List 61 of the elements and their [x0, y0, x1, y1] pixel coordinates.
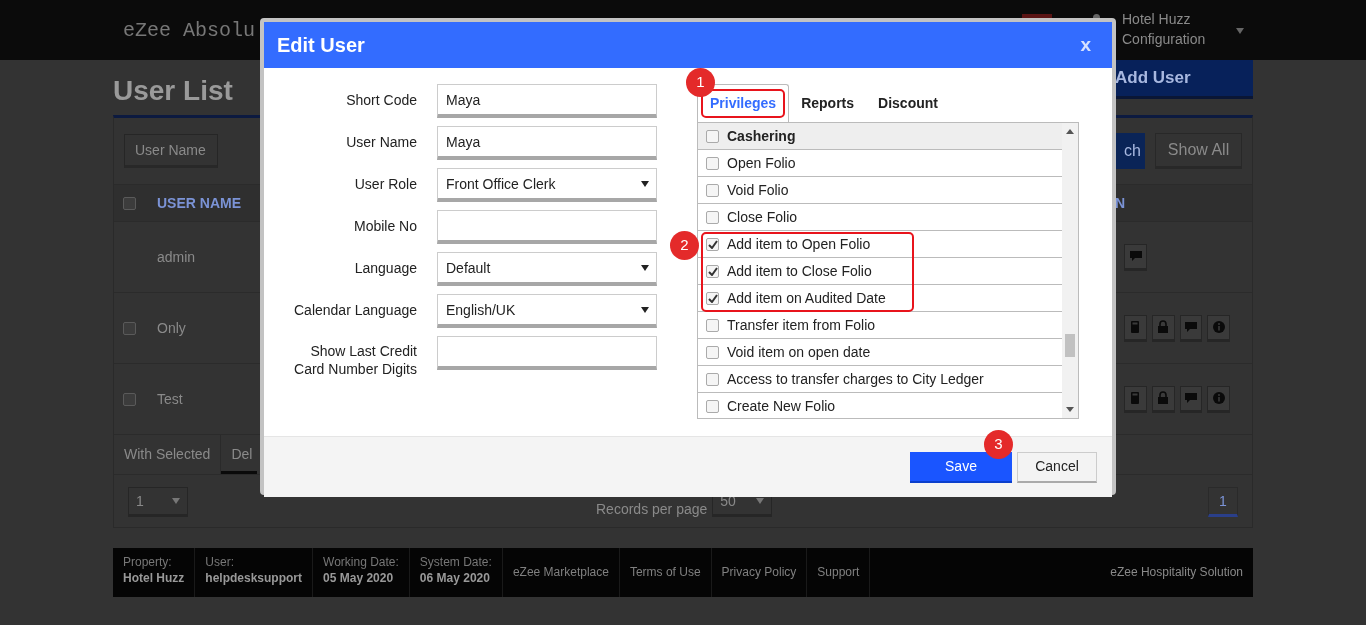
footer-link[interactable]: Terms of Use	[619, 548, 712, 597]
field-label: Calendar Language	[294, 301, 417, 319]
footer-label: System Date:	[419, 554, 492, 570]
privilege-label: Transfer item from Folio	[727, 315, 876, 335]
field-label: Short Code	[346, 91, 417, 109]
field-label: User Role	[354, 175, 417, 193]
step-marker: 3	[984, 430, 1013, 459]
filter-field[interactable]: User Name	[124, 134, 218, 168]
table-cell-text: admin	[157, 247, 196, 267]
footer-label: Working Date:	[323, 554, 399, 570]
page-button[interactable]: 1	[1208, 487, 1238, 517]
records-label: Records per page	[596, 501, 708, 517]
table-cell-text: Only	[157, 318, 186, 338]
privilege-label: Add item to Close Folio	[727, 261, 872, 281]
add-user-button[interactable]: Add User	[1115, 60, 1253, 99]
privilege-label: Void Folio	[727, 180, 789, 200]
show-all-button[interactable]: Show All	[1155, 133, 1242, 169]
select-field[interactable]: Default	[437, 252, 657, 286]
field-label: Mobile No	[353, 217, 417, 235]
menu-label[interactable]: Configuration	[1122, 29, 1206, 49]
bulk-tab[interactable]: Del	[221, 435, 258, 474]
page-select[interactable]: 1	[128, 487, 188, 517]
cancel-button[interactable]: Cancel	[1017, 451, 1097, 483]
step-marker: 1	[686, 68, 715, 97]
privilege-label: Access to transfer charges to City Ledger	[727, 369, 984, 389]
privilege-label: Add item on Audited Date	[727, 288, 886, 308]
select-field[interactable]: Front Office Clerk	[437, 168, 657, 202]
footer-label: User:	[205, 554, 235, 570]
privilege-label: Create New Folio	[727, 396, 836, 416]
field-label: User Name	[346, 133, 417, 151]
close-button[interactable]: x	[1072, 30, 1099, 60]
footer-value: 05 May 2020	[323, 570, 395, 586]
page-title: User List	[113, 74, 233, 108]
input-field[interactable]: Maya	[437, 84, 657, 118]
search-button[interactable]: ch	[1114, 133, 1145, 169]
logo: eZee Absolu	[123, 18, 256, 44]
footer-link[interactable]: Support	[807, 548, 871, 597]
footer-link[interactable]: Privacy Policy	[711, 548, 808, 597]
privilege-label: Add item to Open Folio	[727, 234, 871, 254]
privilege-label: Close Folio	[727, 207, 798, 227]
column-header: N	[1114, 193, 1125, 213]
hotel-name: Hotel Huzz	[1122, 10, 1192, 29]
save-button[interactable]: Save	[910, 451, 1012, 483]
footer-brand: eZee Hospitality Solution	[1110, 564, 1244, 581]
column-header: USER NAME	[157, 193, 241, 213]
dialog-title: Edit User	[277, 33, 365, 58]
footer-value: Hotel Huzz	[123, 570, 185, 586]
field-label: Show Last Credit Card Number Digits	[293, 342, 417, 378]
footer-value: 06 May 2020	[419, 570, 491, 586]
table-cell-text: Test	[157, 389, 183, 409]
input-field[interactable]: Maya	[437, 126, 657, 160]
select-field[interactable]: English/UK	[437, 294, 657, 328]
field-label: Language	[354, 259, 417, 277]
group-label: Cashering	[727, 126, 796, 146]
footer-label: Property:	[123, 554, 173, 570]
footer-link[interactable]: eZee Marketplace	[502, 548, 620, 597]
privilege-label: Void item on open date	[727, 342, 871, 362]
privilege-label: Open Folio	[727, 153, 796, 173]
step-marker: 2	[670, 231, 699, 260]
footer-value: helpdesksupport	[205, 570, 303, 586]
bulk-label: With Selected	[114, 435, 222, 474]
